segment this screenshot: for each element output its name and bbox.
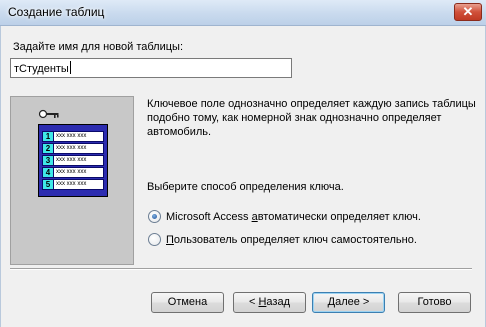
radio-auto-key-indicator[interactable]: [148, 210, 161, 223]
row-number: 4: [42, 167, 54, 178]
radio-auto-key-label: Microsoft Access автоматически определяе…: [166, 211, 421, 223]
row-cells: xxx xxx xxx: [54, 167, 104, 178]
row-cells: xxx xxx xxx: [54, 143, 104, 154]
primary-key-description: Ключевое поле однозначно определяет кажд…: [147, 98, 476, 138]
row-number: 1: [42, 131, 54, 142]
radio-user-key[interactable]: Пользователь определяет ключ самостоятел…: [148, 233, 417, 246]
cancel-button[interactable]: Отмена: [151, 292, 224, 313]
title-bar[interactable]: Создание таблиц ✕: [0, 0, 486, 26]
table-name-input[interactable]: тСтуденты: [10, 58, 292, 78]
radio-user-key-indicator[interactable]: [148, 233, 161, 246]
button-separator: [10, 268, 472, 270]
key-icon: [38, 109, 59, 119]
illustration-row: 2 xxx xxx xxx: [42, 143, 104, 154]
dialog-title: Создание таблиц: [8, 5, 105, 19]
close-icon: ✕: [462, 4, 474, 19]
row-cells: xxx xxx xxx: [54, 155, 104, 166]
next-button[interactable]: Далее >: [312, 292, 385, 313]
illustration-row: 4 xxx xxx xxx: [42, 167, 104, 178]
radio-auto-key-label-prefix: Microsoft Access: [166, 210, 252, 223]
radio-user-key-accelerator: П: [166, 233, 174, 246]
illustration-row: 5 xxx xxx xxx: [42, 179, 104, 190]
illustration-row: 1 xxx xxx xxx: [42, 131, 104, 142]
finish-button[interactable]: Готово: [398, 292, 471, 313]
next-button-rest: алее >: [335, 296, 370, 308]
radio-user-key-label: Пользователь определяет ключ самостоятел…: [166, 234, 417, 246]
primary-key-illustration: 1 xxx xxx xxx 2 xxx xxx xxx 3 xxx xxx xx…: [10, 96, 134, 265]
row-cells: xxx xxx xxx: [54, 131, 104, 142]
illustration-row: 3 xxx xxx xxx: [42, 155, 104, 166]
table-name-label: Задайте имя для новой таблицы:: [13, 41, 183, 53]
row-number: 2: [42, 143, 54, 154]
row-number: 3: [42, 155, 54, 166]
row-cells: xxx xxx xxx: [54, 179, 104, 190]
table-name-value: тСтуденты: [14, 63, 69, 75]
radio-auto-key-label-rest: втоматически определяет ключ.: [257, 210, 421, 223]
close-button[interactable]: ✕: [454, 3, 482, 21]
table-illustration: 1 xxx xxx xxx 2 xxx xxx xxx 3 xxx xxx xx…: [38, 124, 108, 197]
key-method-label: Выберите способ определения ключа.: [147, 181, 344, 193]
radio-user-key-label-rest: ользователь определяет ключ самостоятель…: [173, 233, 417, 246]
back-button[interactable]: < Назад: [233, 292, 306, 313]
row-number: 5: [42, 179, 54, 190]
table-wizard-dialog: Задайте имя для новой таблицы: тСтуденты…: [0, 26, 486, 327]
back-button-rest: азад: [266, 296, 290, 308]
next-button-accelerator: Д: [327, 296, 336, 308]
text-caret: [69, 61, 71, 74]
radio-auto-key[interactable]: Microsoft Access автоматически определяе…: [148, 210, 421, 223]
